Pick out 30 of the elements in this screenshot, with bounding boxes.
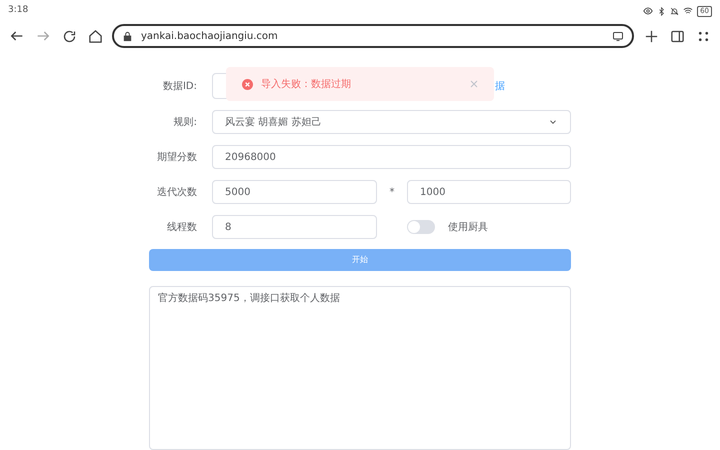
output-area[interactable]: 官方数据码35975，调接口获取个人数据	[149, 286, 571, 450]
reload-icon	[62, 28, 76, 44]
dots-icon	[696, 30, 710, 42]
panel-icon	[670, 28, 684, 44]
address-bar[interactable]: yankai.baochaojiangiu.com	[112, 24, 634, 48]
utensils-toggle[interactable]	[407, 220, 435, 234]
eye-icon	[643, 6, 654, 16]
field-label: 线程数	[166, 220, 198, 234]
iterations-multiplier-field[interactable]: 1000	[407, 180, 571, 204]
muted-bell-icon	[670, 6, 680, 16]
home-icon	[88, 28, 102, 44]
error-icon	[242, 78, 253, 90]
status-time: 3:18	[8, 4, 28, 18]
field-label: 迭代次数	[156, 186, 198, 200]
field-label: 规则:	[172, 116, 198, 130]
toggle-label: 使用厨具	[448, 220, 488, 234]
field-label: 数据ID:	[162, 80, 198, 94]
sidebar-button[interactable]	[668, 28, 686, 44]
screen-icon	[612, 30, 624, 42]
lock-icon	[122, 30, 133, 42]
field-label: 期望分数	[156, 150, 198, 164]
bluetooth-icon	[657, 6, 666, 16]
multiply-sign: *	[388, 186, 396, 200]
toast-message: 导入失败：数据过期	[261, 78, 352, 92]
rules-select[interactable]: 风云宴 胡喜媚 苏妲己	[212, 110, 571, 134]
wifi-icon	[683, 6, 694, 16]
plus-icon	[644, 28, 658, 44]
threads-field[interactable]: 8	[212, 215, 377, 239]
iterations-field[interactable]: 5000	[212, 180, 377, 204]
target-score-field[interactable]: 20968000	[212, 145, 571, 169]
